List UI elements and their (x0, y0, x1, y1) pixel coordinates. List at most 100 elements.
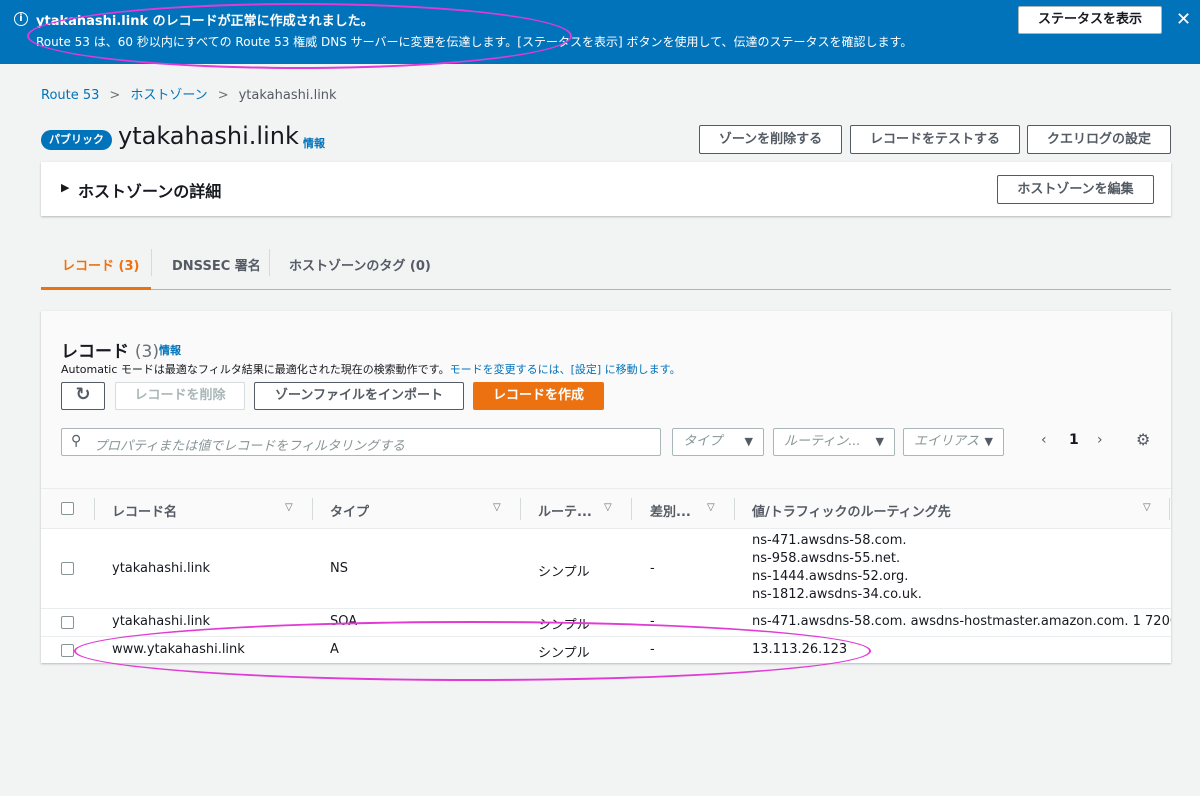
chevron-right-icon: > (109, 88, 121, 103)
record-type: NS (330, 561, 348, 576)
record-routing: シンプル (538, 618, 590, 633)
search-icon: ⚲ (71, 433, 82, 449)
record-name: ytakahashi.link (112, 614, 210, 629)
breadcrumb-current: ytakahashi.link (238, 88, 337, 103)
delete-record-button[interactable]: レコードを削除 (115, 382, 245, 410)
refresh-button[interactable]: ↻ (61, 382, 105, 410)
records-description: Automatic モードは最適なフィルタ結果に最適化された現在の検索動作です。… (61, 361, 681, 377)
alias-filter-label: エイリアス (914, 434, 980, 449)
column-divider (94, 498, 95, 520)
col-routing[interactable]: ルーテ... (538, 501, 592, 520)
record-value: 13.113.26.123 (752, 642, 848, 657)
records-info-link[interactable]: 情報 (159, 342, 181, 358)
column-divider (1169, 498, 1170, 520)
tab-tags[interactable]: ホストゾーンのタグ (0) (289, 255, 431, 274)
import-zone-file-button[interactable]: ゾーンファイルをインポート (254, 382, 464, 410)
records-count: (3) (134, 342, 160, 362)
query-log-button[interactable]: クエリログの設定 (1027, 125, 1171, 154)
record-diff: - (650, 614, 655, 629)
view-status-button[interactable]: ステータスを表示 (1018, 6, 1162, 34)
col-value[interactable]: 値/トラフィックのルーティング先 (752, 501, 951, 520)
chevron-left-icon[interactable]: ‹ (1041, 432, 1047, 448)
table-row[interactable]: ytakahashi.link NS シンプル - ns-471.awsdns-… (41, 529, 1171, 609)
caret-down-icon: ▼ (984, 435, 993, 448)
row-checkbox[interactable] (61, 644, 74, 657)
tab-divider (151, 249, 152, 276)
page-number[interactable]: 1 (1069, 432, 1079, 448)
caret-right-icon[interactable]: ▶ (61, 181, 69, 194)
alias-filter-select[interactable]: エイリアス ▼ (903, 428, 1004, 456)
sort-icon[interactable]: ▽ (493, 502, 501, 513)
records-desc-text: Automatic モードは最適なフィルタ結果に最適化された現在の検索動作です。 (61, 363, 450, 376)
record-name: www.ytakahashi.link (112, 642, 245, 657)
breadcrumb: Route 53 > ホストゾーン > ytakahashi.link (41, 84, 337, 103)
column-divider (734, 498, 735, 520)
record-type: A (330, 642, 339, 657)
breadcrumb-hosted-zones[interactable]: ホストゾーン (130, 88, 207, 103)
chevron-right-icon: > (217, 88, 229, 103)
column-divider (631, 498, 632, 520)
record-routing: シンプル (538, 646, 590, 661)
type-filter-select[interactable]: タイプ ▼ (672, 428, 764, 456)
tab-dnssec[interactable]: DNSSEC 署名 (172, 255, 261, 274)
info-icon: i (14, 12, 28, 26)
record-name: ytakahashi.link (112, 561, 210, 576)
info-link[interactable]: 情報 (303, 135, 325, 151)
record-value: ns-1812.awsdns-34.co.uk. (752, 587, 922, 602)
record-value: ns-958.awsdns-55.net. (752, 551, 901, 566)
details-title[interactable]: ホストゾーンの詳細 (78, 178, 221, 202)
gear-icon[interactable]: ⚙ (1136, 430, 1150, 449)
records-title: レコード (3) (61, 337, 159, 362)
record-diff: - (650, 561, 655, 576)
flash-title: ytakahashi.link のレコードが正常に作成されました。 (36, 14, 374, 29)
col-type[interactable]: タイプ (330, 501, 369, 520)
chevron-right-icon[interactable]: › (1097, 432, 1103, 448)
records-panel: レコード (3) 情報 Automatic モードは最適なフィルタ結果に最適化さ… (41, 311, 1171, 663)
record-value: ns-471.awsdns-58.com. (752, 533, 907, 548)
hosted-zone-details-panel: ▶ ホストゾーンの詳細 ホストゾーンを編集 (41, 162, 1171, 216)
type-filter-label: タイプ (683, 434, 723, 449)
public-badge: パブリック (41, 130, 112, 150)
settings-link[interactable]: モードを変更するには、[設定] に移動します。 (450, 363, 681, 376)
routing-filter-select[interactable]: ルーティン... ▼ (773, 428, 895, 456)
create-record-button[interactable]: レコードを作成 (473, 382, 604, 410)
sort-icon[interactable]: ▽ (285, 502, 293, 513)
record-value: ns-471.awsdns-58.com. awsdns-hostmaster.… (752, 614, 1171, 629)
tab-records[interactable]: レコード (3) (62, 255, 139, 274)
test-record-button[interactable]: レコードをテストする (850, 125, 1020, 154)
active-tab-indicator (41, 287, 151, 290)
record-value: ns-1444.awsdns-52.org. (752, 569, 909, 584)
search-input[interactable]: ⚲ プロパティまたは値でレコードをフィルタリングする (61, 428, 661, 456)
tab-divider (269, 249, 270, 276)
col-record-name[interactable]: レコード名 (112, 501, 177, 520)
close-icon[interactable]: ✕ (1176, 9, 1191, 30)
column-divider (520, 498, 521, 520)
sort-icon[interactable]: ▽ (1143, 502, 1151, 513)
routing-filter-label: ルーティン... (784, 434, 861, 449)
flash-message: Route 53 は、60 秒以内にすべての Route 53 権威 DNS サ… (36, 35, 913, 49)
record-routing: シンプル (538, 565, 590, 580)
success-flashbar: i ytakahashi.link のレコードが正常に作成されました。 Rout… (0, 0, 1200, 64)
table-header: レコード名 ▽ タイプ ▽ ルーテ... ▽ 差別... ▽ 値/トラフィックの… (41, 489, 1171, 529)
row-checkbox[interactable] (61, 616, 74, 629)
record-diff: - (650, 642, 655, 657)
sort-icon[interactable]: ▽ (707, 502, 715, 513)
refresh-icon: ↻ (75, 384, 91, 405)
caret-down-icon: ▼ (875, 435, 884, 448)
col-differentiator[interactable]: 差別... (650, 501, 691, 520)
table-row[interactable]: www.ytakahashi.link A シンプル - 13.113.26.1… (41, 637, 1171, 663)
records-panel-header: レコード (3) 情報 Automatic モードは最適なフィルタ結果に最適化さ… (41, 311, 1171, 489)
sort-icon[interactable]: ▽ (604, 502, 612, 513)
tabs-baseline (41, 289, 1171, 290)
row-checkbox[interactable] (61, 562, 74, 575)
edit-hosted-zone-button[interactable]: ホストゾーンを編集 (997, 175, 1154, 204)
records-title-text: レコード (61, 342, 129, 362)
delete-zone-button[interactable]: ゾーンを削除する (699, 125, 842, 154)
table-row[interactable]: ytakahashi.link SOA シンプル - ns-471.awsdns… (41, 609, 1171, 637)
page-title: ytakahashi.link (118, 122, 299, 150)
record-type: SOA (330, 614, 358, 629)
select-all-checkbox[interactable] (61, 502, 74, 515)
caret-down-icon: ▼ (744, 435, 753, 448)
breadcrumb-route53[interactable]: Route 53 (41, 88, 99, 103)
search-placeholder: プロパティまたは値でレコードをフィルタリングする (94, 439, 405, 454)
